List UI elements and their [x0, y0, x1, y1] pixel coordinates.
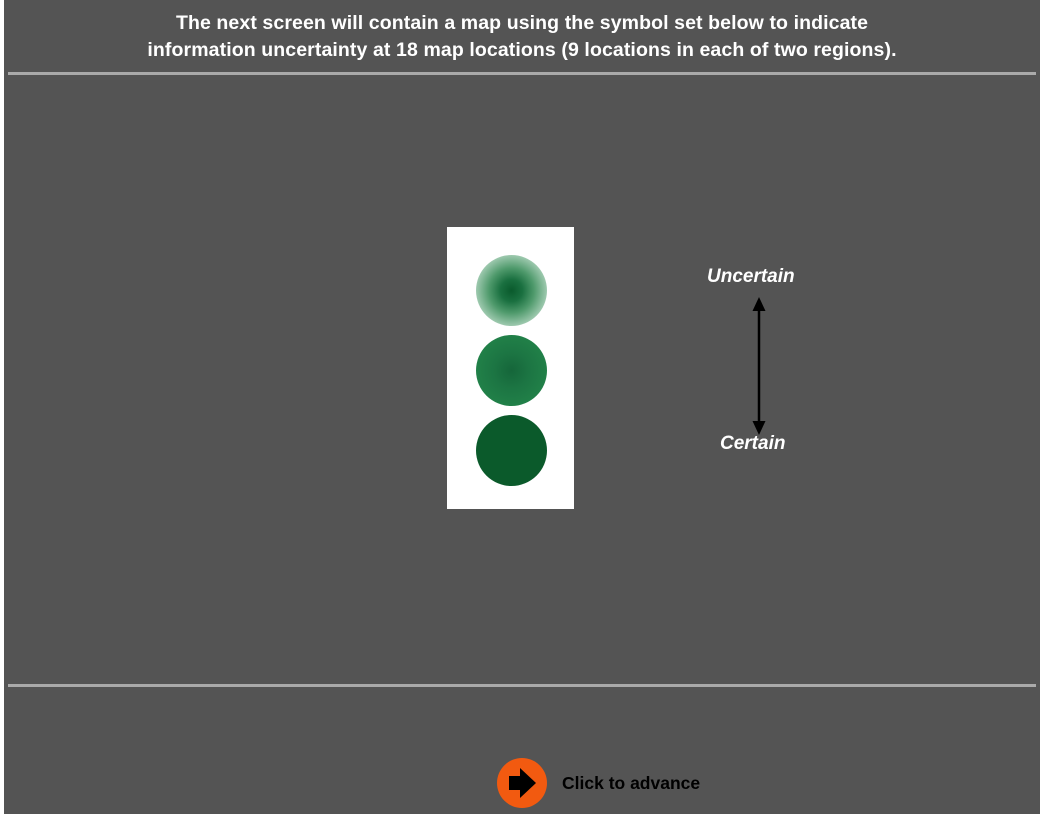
bottom-divider: [8, 684, 1036, 687]
certain-symbol: [476, 415, 547, 486]
certain-label: Certain: [720, 433, 786, 454]
instruction-screen: The next screen will contain a map using…: [4, 0, 1040, 814]
medium-uncertainty-symbol: [476, 335, 547, 406]
instructions-line-2: information uncertainty at 18 map locati…: [147, 39, 897, 61]
instructions-text: The next screen will contain a map using…: [4, 10, 1040, 64]
uncertain-label: Uncertain: [707, 266, 795, 287]
top-divider: [8, 72, 1036, 75]
symbol-legend-panel: [447, 227, 574, 509]
advance-button[interactable]: [497, 758, 547, 808]
advance-label[interactable]: Click to advance: [562, 772, 700, 794]
instructions-line-1: The next screen will contain a map using…: [175, 12, 869, 34]
arrow-right-icon: [509, 768, 536, 798]
uncertain-symbol: [476, 255, 547, 326]
double-headed-arrow-icon: [752, 297, 766, 435]
